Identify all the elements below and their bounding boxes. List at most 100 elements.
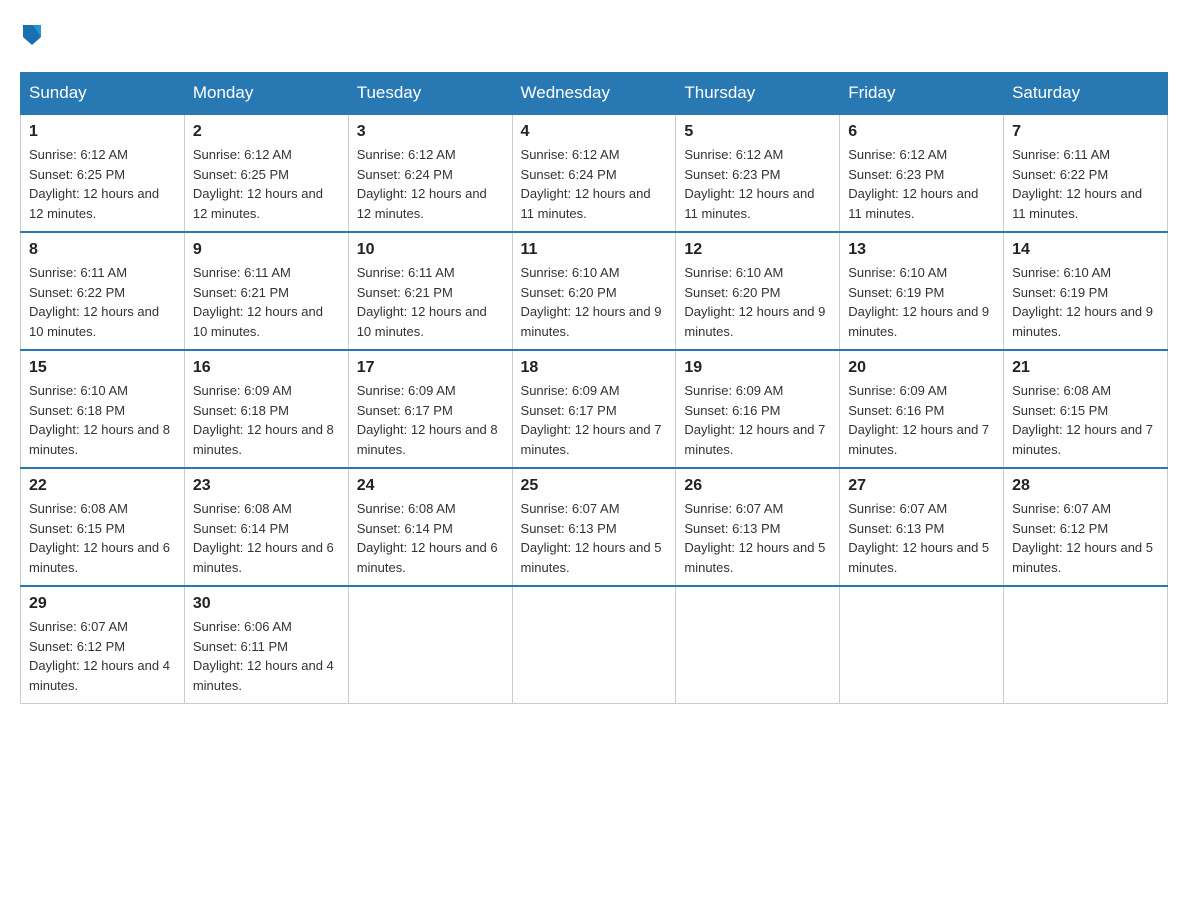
daylight-label: Daylight: — [684, 422, 738, 437]
daylight-label: Daylight: — [29, 304, 83, 319]
sunrise-label: Sunrise: — [1012, 265, 1063, 280]
sunrise-label: Sunrise: — [521, 501, 572, 516]
calendar-cell: 10 Sunrise: 6:11 AM Sunset: 6:21 PM Dayl… — [348, 232, 512, 350]
sunrise-value: 6:10 AM — [80, 383, 128, 398]
day-info: Sunrise: 6:08 AM Sunset: 6:14 PM Dayligh… — [193, 499, 340, 577]
daylight-label: Daylight: — [848, 540, 902, 555]
day-info: Sunrise: 6:09 AM Sunset: 6:17 PM Dayligh… — [521, 381, 668, 459]
day-info: Sunrise: 6:12 AM Sunset: 6:25 PM Dayligh… — [29, 145, 176, 223]
sunset-label: Sunset: — [193, 639, 241, 654]
sunset-label: Sunset: — [29, 167, 77, 182]
daylight-label: Daylight: — [357, 186, 411, 201]
day-header-tuesday: Tuesday — [348, 73, 512, 115]
calendar-cell — [840, 586, 1004, 704]
calendar-cell: 14 Sunrise: 6:10 AM Sunset: 6:19 PM Dayl… — [1004, 232, 1168, 350]
sunset-value: 6:18 PM — [241, 403, 289, 418]
day-header-friday: Friday — [840, 73, 1004, 115]
sunset-value: 6:21 PM — [241, 285, 289, 300]
day-info: Sunrise: 6:11 AM Sunset: 6:21 PM Dayligh… — [193, 263, 340, 341]
calendar-cell: 30 Sunrise: 6:06 AM Sunset: 6:11 PM Dayl… — [184, 586, 348, 704]
sunrise-label: Sunrise: — [29, 383, 80, 398]
sunset-value: 6:20 PM — [568, 285, 616, 300]
day-info: Sunrise: 6:08 AM Sunset: 6:15 PM Dayligh… — [29, 499, 176, 577]
calendar-cell — [676, 586, 840, 704]
sunrise-label: Sunrise: — [521, 265, 572, 280]
sunrise-value: 6:09 AM — [244, 383, 292, 398]
daylight-label: Daylight: — [848, 186, 902, 201]
sunrise-value: 6:11 AM — [1063, 147, 1110, 162]
sunrise-value: 6:09 AM — [736, 383, 784, 398]
sunset-value: 6:25 PM — [77, 167, 125, 182]
daylight-label: Daylight: — [521, 540, 575, 555]
daylight-label: Daylight: — [684, 304, 738, 319]
sunrise-value: 6:11 AM — [244, 265, 291, 280]
sunset-label: Sunset: — [193, 403, 241, 418]
day-number: 16 — [193, 359, 340, 377]
sunset-label: Sunset: — [848, 403, 896, 418]
day-header-wednesday: Wednesday — [512, 73, 676, 115]
day-number: 22 — [29, 477, 176, 495]
week-row-3: 15 Sunrise: 6:10 AM Sunset: 6:18 PM Dayl… — [21, 350, 1168, 468]
sunset-label: Sunset: — [684, 403, 732, 418]
daylight-label: Daylight: — [521, 186, 575, 201]
day-header-saturday: Saturday — [1004, 73, 1168, 115]
sunrise-label: Sunrise: — [193, 147, 244, 162]
calendar-cell: 6 Sunrise: 6:12 AM Sunset: 6:23 PM Dayli… — [840, 114, 1004, 232]
day-number: 9 — [193, 241, 340, 259]
sunrise-value: 6:08 AM — [80, 501, 128, 516]
day-info: Sunrise: 6:07 AM Sunset: 6:12 PM Dayligh… — [29, 617, 176, 695]
daylight-label: Daylight: — [357, 422, 411, 437]
calendar-cell: 29 Sunrise: 6:07 AM Sunset: 6:12 PM Dayl… — [21, 586, 185, 704]
day-info: Sunrise: 6:07 AM Sunset: 6:13 PM Dayligh… — [848, 499, 995, 577]
calendar-cell: 8 Sunrise: 6:11 AM Sunset: 6:22 PM Dayli… — [21, 232, 185, 350]
sunset-value: 6:14 PM — [404, 521, 452, 536]
day-number: 13 — [848, 241, 995, 259]
sunrise-label: Sunrise: — [29, 501, 80, 516]
day-number: 21 — [1012, 359, 1159, 377]
day-number: 17 — [357, 359, 504, 377]
sunset-label: Sunset: — [521, 285, 569, 300]
day-number: 2 — [193, 123, 340, 141]
sunrise-label: Sunrise: — [357, 501, 408, 516]
day-info: Sunrise: 6:10 AM Sunset: 6:19 PM Dayligh… — [848, 263, 995, 341]
sunrise-label: Sunrise: — [684, 501, 735, 516]
daylight-label: Daylight: — [1012, 304, 1066, 319]
sunset-label: Sunset: — [357, 167, 405, 182]
sunrise-label: Sunrise: — [521, 147, 572, 162]
calendar-cell: 7 Sunrise: 6:11 AM Sunset: 6:22 PM Dayli… — [1004, 114, 1168, 232]
sunrise-value: 6:07 AM — [1063, 501, 1111, 516]
day-header-monday: Monday — [184, 73, 348, 115]
calendar-cell: 28 Sunrise: 6:07 AM Sunset: 6:12 PM Dayl… — [1004, 468, 1168, 586]
calendar-cell: 15 Sunrise: 6:10 AM Sunset: 6:18 PM Dayl… — [21, 350, 185, 468]
sunrise-label: Sunrise: — [193, 619, 244, 634]
sunset-value: 6:17 PM — [568, 403, 616, 418]
sunrise-value: 6:11 AM — [80, 265, 127, 280]
day-number: 27 — [848, 477, 995, 495]
daylight-label: Daylight: — [1012, 186, 1066, 201]
sunset-value: 6:19 PM — [896, 285, 944, 300]
sunset-label: Sunset: — [1012, 521, 1060, 536]
sunrise-value: 6:10 AM — [900, 265, 948, 280]
day-header-thursday: Thursday — [676, 73, 840, 115]
daylight-label: Daylight: — [684, 540, 738, 555]
sunrise-value: 6:12 AM — [244, 147, 292, 162]
sunset-value: 6:19 PM — [1060, 285, 1108, 300]
sunrise-value: 6:12 AM — [80, 147, 128, 162]
sunrise-label: Sunrise: — [684, 383, 735, 398]
day-info: Sunrise: 6:11 AM Sunset: 6:22 PM Dayligh… — [29, 263, 176, 341]
logo — [20, 20, 44, 52]
sunrise-label: Sunrise: — [521, 383, 572, 398]
daylight-label: Daylight: — [29, 186, 83, 201]
day-number: 3 — [357, 123, 504, 141]
day-number: 18 — [521, 359, 668, 377]
sunrise-label: Sunrise: — [193, 265, 244, 280]
sunset-label: Sunset: — [848, 167, 896, 182]
sunset-value: 6:21 PM — [404, 285, 452, 300]
daylight-label: Daylight: — [193, 422, 247, 437]
sunrise-value: 6:12 AM — [900, 147, 948, 162]
calendar-cell: 25 Sunrise: 6:07 AM Sunset: 6:13 PM Dayl… — [512, 468, 676, 586]
daylight-label: Daylight: — [1012, 540, 1066, 555]
day-info: Sunrise: 6:12 AM Sunset: 6:23 PM Dayligh… — [684, 145, 831, 223]
daylight-label: Daylight: — [357, 540, 411, 555]
day-info: Sunrise: 6:08 AM Sunset: 6:15 PM Dayligh… — [1012, 381, 1159, 459]
